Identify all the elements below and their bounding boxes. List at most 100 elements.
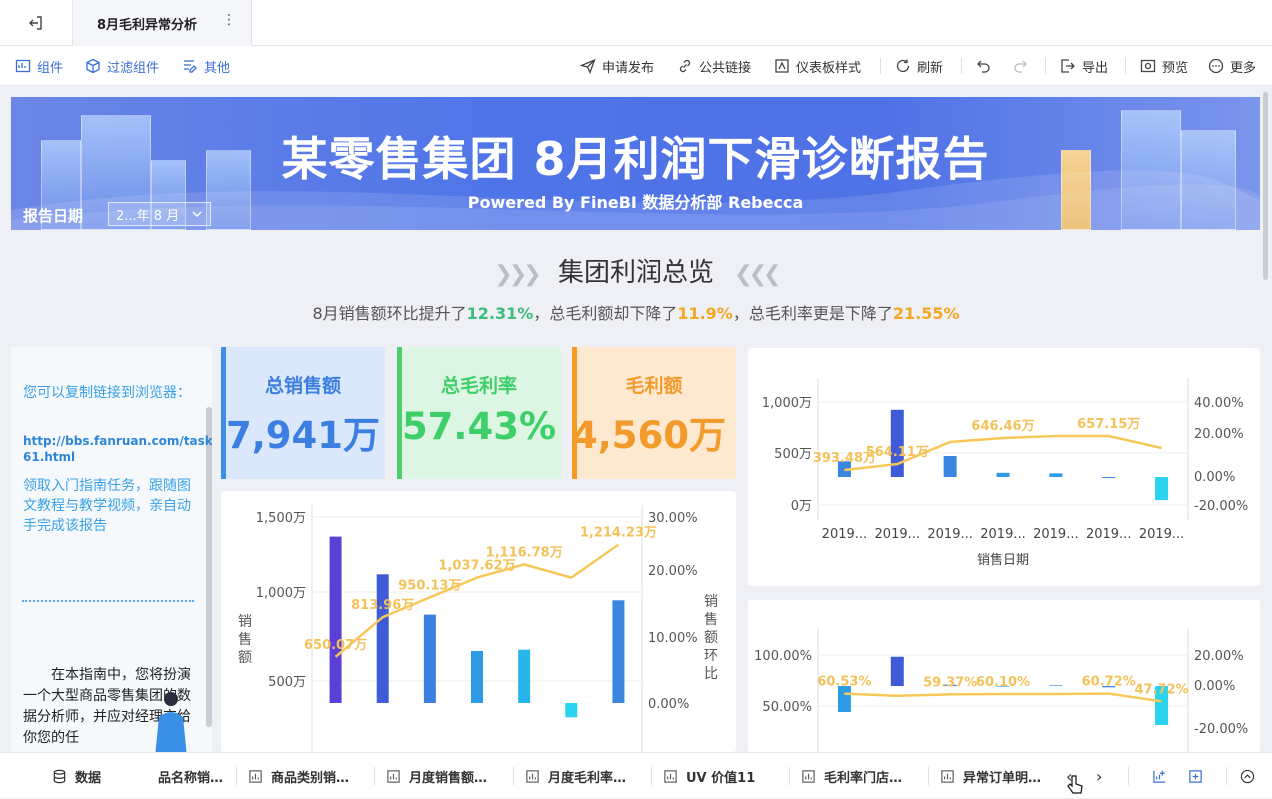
y-tick-label: 1,000万 <box>256 586 306 601</box>
bottom-divider <box>1128 767 1129 785</box>
data-button[interactable]: 数据 <box>52 753 101 799</box>
tab-menu-icon[interactable]: ⋮ <box>222 12 236 28</box>
component-tab-label: 商品类别销… <box>271 770 350 786</box>
refresh-icon <box>896 59 910 73</box>
filter-component-button[interactable]: 过滤组件 <box>85 46 159 86</box>
y-axis-label-char: 销 <box>238 614 252 630</box>
monthly-chart-card[interactable]: 1,000万 500万 0万 40.00% 20.00% 0.00% -20.00% 393.… <box>748 348 1260 586</box>
bar <box>376 574 389 703</box>
toolbar-divider <box>880 58 881 74</box>
next-tab-button[interactable]: › <box>1096 753 1102 799</box>
guide-scrollbar[interactable] <box>206 407 212 727</box>
y-tick-label: 0万 <box>791 499 812 514</box>
redo-button[interactable] <box>1012 46 1028 86</box>
sales-combo-chart: 1,500万 1,000万 500万 30.00% 20.00% 10.00% 0.00% 6… <box>238 505 718 752</box>
filter-cube-icon <box>86 58 100 74</box>
export-button[interactable]: 导出 <box>1060 46 1108 86</box>
person-illustration <box>155 692 187 752</box>
preview-icon <box>1140 59 1156 73</box>
banner-title: 某零售集团 8月利润下滑诊断报告 <box>281 132 990 186</box>
report-date-select[interactable]: 2...年 8 月 <box>108 202 211 226</box>
kpi-label: 毛利额 <box>625 375 683 397</box>
component-tab[interactable]: 毛利率门店… <box>801 753 902 799</box>
y2-tick-label: 20.00% <box>648 564 698 579</box>
section-heading: ❯❯❯ 集团利润总览 ❮❮❮ <box>0 252 1272 289</box>
export-label: 导出 <box>1082 60 1109 76</box>
bar <box>890 409 904 477</box>
data-label: 60.10% <box>976 675 1030 690</box>
margin-chart-card[interactable]: 100.00% 50.00% 20.00% 0.00% -20.00% 60.53% 59.… <box>748 600 1260 752</box>
data-label: 646.46万 <box>971 419 1034 434</box>
exit-icon[interactable] <box>22 10 50 36</box>
data-label: 1,116.78万 <box>486 545 563 560</box>
component-button[interactable]: 组件 <box>15 46 63 86</box>
y2-tick-label: 20.00% <box>1194 427 1244 442</box>
other-label: 其他 <box>204 60 231 76</box>
database-icon <box>53 769 66 783</box>
publish-button[interactable]: 申请发布 <box>580 46 654 86</box>
x-tick-label: 2019... <box>875 527 920 542</box>
chart-icon <box>249 769 262 783</box>
component-tab[interactable]: UV 价值11 <box>663 753 755 799</box>
collapse-button[interactable] <box>1240 753 1255 799</box>
bottom-divider <box>513 767 514 785</box>
refresh-button[interactable]: 刷新 <box>895 46 943 86</box>
chart-icon <box>387 769 400 783</box>
more-button[interactable]: 更多 <box>1208 46 1256 86</box>
preview-button[interactable]: 预览 <box>1140 46 1188 86</box>
kpi-label: 总销售额 <box>264 375 341 397</box>
y2-axis-label-char: 售 <box>704 612 718 628</box>
preview-label: 预览 <box>1162 60 1189 76</box>
add-chart-button[interactable] <box>1152 753 1167 799</box>
bar <box>423 614 436 703</box>
chevrons-right-icon: ❯❯❯ <box>494 262 541 287</box>
y2-axis-label-char: 额 <box>704 630 718 646</box>
canvas-scrollbar[interactable] <box>1263 92 1268 280</box>
bar <box>943 456 957 477</box>
summary-text: 8月销售额环比提升了 <box>312 304 467 323</box>
summary-text: ，总毛利率更是下降了 <box>732 304 893 323</box>
report-banner: 某零售集团 8月利润下滑诊断报告 Powered By FineBI 数据分析部… <box>11 97 1260 230</box>
bottom-divider <box>236 767 237 785</box>
y-tick-label: 50.00% <box>762 700 812 715</box>
y2-tick-label: 0.00% <box>1194 470 1235 485</box>
publish-label: 申请发布 <box>602 60 655 76</box>
chevrons-left-icon: ❮❮❮ <box>734 262 781 287</box>
y2-axis-label-char: 比 <box>704 666 718 682</box>
bar <box>1155 477 1169 501</box>
bar <box>612 600 625 703</box>
other-button[interactable]: 其他 <box>182 46 230 86</box>
data-label: 650.07万 <box>304 638 367 653</box>
chart-icon <box>664 769 677 783</box>
component-tab[interactable]: 月度销售额… <box>386 753 487 799</box>
top-bar: 8月毛利异常分析 ⋮ <box>0 0 1272 46</box>
bar <box>1102 477 1116 479</box>
x-tick-label: 2019... <box>822 527 867 542</box>
toolbar-divider <box>1045 58 1046 74</box>
data-label: 60.72% <box>1082 675 1136 690</box>
bottom-divider <box>1226 767 1227 785</box>
y2-tick-label: 10.00% <box>648 631 698 646</box>
dashboard-style-button[interactable]: 仪表板样式 <box>774 46 861 86</box>
kpi-gross-profit: 毛利额 4,560万 <box>572 347 736 479</box>
sales-chart-card[interactable]: 1,500万 1,000万 500万 30.00% 20.00% 10.00% 0.00% 6… <box>221 491 736 752</box>
y-axis-label-char: 售 <box>238 632 252 648</box>
undo-button[interactable] <box>976 46 992 86</box>
y-tick-label: 100.00% <box>754 649 812 664</box>
component-tab[interactable]: 月度毛利率… <box>525 753 626 799</box>
add-component-button[interactable] <box>1188 753 1203 799</box>
component-tab[interactable]: 异常订单明… <box>940 753 1041 799</box>
y2-tick-label: 40.00% <box>1194 396 1244 411</box>
kpi-value: 57.43% <box>401 405 557 448</box>
component-tab[interactable]: 品名称销… <box>158 753 223 799</box>
dashboard-canvas: 某零售集团 8月利润下滑诊断报告 Powered By FineBI 数据分析部… <box>0 86 1272 752</box>
kpi-gross-margin-rate: 总毛利率 57.43% <box>397 347 561 479</box>
data-label: 564.11万 <box>866 445 929 460</box>
public-link-button[interactable]: 公共链接 <box>677 46 751 86</box>
guide-link[interactable]: http://bbs.fanruan.com/task-61.html <box>23 433 212 465</box>
x-tick-label: 2019... <box>1086 527 1131 542</box>
bottom-divider <box>928 767 929 785</box>
summary-text: ，总毛利额却下降了 <box>533 304 678 323</box>
component-tab-label: UV 价值11 <box>686 770 756 786</box>
component-tab[interactable]: 商品类别销… <box>248 753 349 799</box>
